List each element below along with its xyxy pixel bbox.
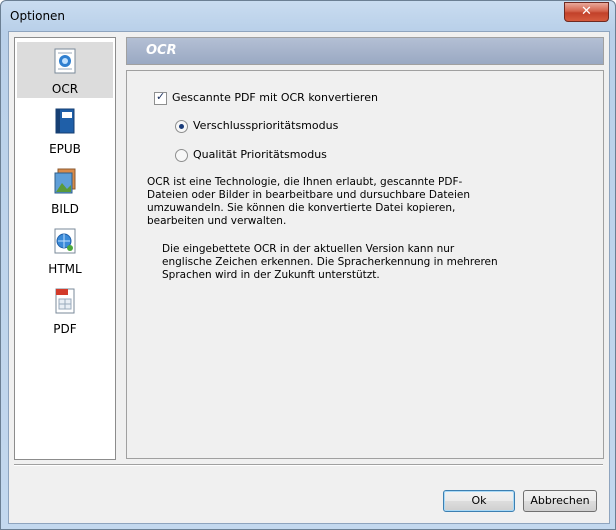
epub-icon: [55, 108, 75, 134]
close-icon: ✕: [581, 4, 592, 19]
sidebar-item-label: HTML: [48, 262, 82, 276]
ocr-language-note: Die eingebettete OCR in der aktuellen Ve…: [162, 243, 498, 281]
ocr-description-text: OCR ist eine Technologie, die Ihnen erla…: [147, 176, 471, 227]
options-dialog: Optionen ✕ OCR EPUB BILD HTML PDF OCR ✓ …: [0, 0, 616, 530]
title-bar[interactable]: Optionen ✕: [1, 1, 615, 31]
shutter-priority-radio[interactable]: [175, 120, 188, 133]
category-sidebar: OCR EPUB BILD HTML PDF: [14, 37, 116, 460]
footer-divider: [14, 464, 603, 466]
sidebar-item-epub[interactable]: EPUB: [17, 102, 113, 158]
html-icon: [54, 228, 76, 254]
radio-row-quality-priority[interactable]: Qualität Prioritätsmodus: [175, 148, 355, 164]
pdf-icon: [55, 288, 75, 314]
sidebar-item-label: PDF: [53, 322, 77, 336]
convert-ocr-label: Gescannte PDF mit OCR konvertieren: [172, 91, 378, 104]
ocr-settings-panel: OCR Gescannte PDF mit OCR konvertieren V…: [126, 37, 604, 459]
sidebar-item-pdf[interactable]: PDF: [17, 282, 113, 338]
image-icon: [54, 168, 76, 194]
radio-row-shutter-priority[interactable]: Verschlussprioritätsmodus: [175, 119, 355, 135]
panel-title: OCR: [146, 43, 177, 58]
quality-priority-radio[interactable]: [175, 149, 188, 162]
panel-body: Gescannte PDF mit OCR konvertieren Versc…: [126, 70, 604, 459]
sidebar-item-label: OCR: [51, 82, 79, 96]
ok-button[interactable]: Ok: [443, 490, 515, 512]
dialog-client-area: OCR EPUB BILD HTML PDF OCR ✓ Gescannte P…: [8, 31, 610, 524]
panel-header: OCR: [126, 37, 604, 65]
sidebar-item-label: BILD: [51, 202, 79, 216]
sidebar-item-html[interactable]: HTML: [17, 222, 113, 278]
convert-ocr-checkbox[interactable]: [154, 90, 167, 105]
window-title: Optionen: [10, 9, 66, 23]
ocr-icon: [54, 48, 76, 74]
convert-ocr-checkbox-row[interactable]: Gescannte PDF mit OCR konvertieren: [154, 90, 394, 107]
sidebar-item-label: EPUB: [49, 142, 81, 156]
quality-priority-label: Qualität Prioritätsmodus: [193, 148, 327, 161]
sidebar-item-ocr[interactable]: OCR: [17, 42, 113, 98]
shutter-priority-label: Verschlussprioritätsmodus: [193, 119, 339, 132]
sidebar-item-bild[interactable]: BILD: [17, 162, 113, 218]
cancel-button[interactable]: Abbrechen: [523, 490, 597, 512]
close-button[interactable]: ✕: [564, 2, 609, 22]
